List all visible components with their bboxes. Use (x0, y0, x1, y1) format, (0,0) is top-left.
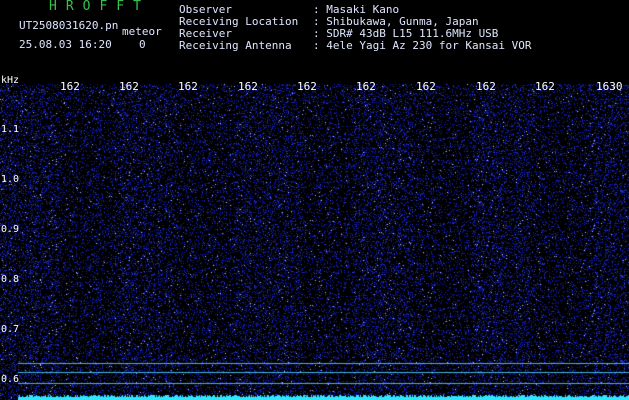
info-value-antenna: : 4ele Yagi Az 230 for Kansai VOR (313, 39, 532, 52)
y-tick: 0.6 (1, 374, 20, 385)
info-key-antenna: Receiving Antenna (179, 39, 292, 52)
x-tick: 162 (119, 80, 139, 93)
count-label: 0 (139, 38, 146, 51)
y-tick: 0.7 (1, 324, 20, 335)
x-tick: 162 (416, 80, 436, 93)
file-name-label: UT2508031620.pn (19, 19, 119, 32)
app-title: HROFFT (49, 0, 150, 14)
x-tick: 162 (535, 80, 555, 93)
y-tick: 1.1 (1, 124, 20, 135)
x-tick: 162 (178, 80, 198, 93)
x-tick: 162 (476, 80, 496, 93)
y-tick: 1.0 (1, 174, 20, 185)
y-tick: 0.9 (1, 224, 20, 235)
x-tick: 162 (60, 80, 80, 93)
header-panel: HROFFT UT2508031620.pn meteor 25.08.03 1… (0, 0, 629, 78)
date-time-label: 25.08.03 16:20 (19, 38, 112, 51)
x-tick: 1630 (596, 80, 623, 93)
x-tick: 162 (297, 80, 317, 93)
y-tick: 0.8 (1, 274, 20, 285)
x-tick: 162 (356, 80, 376, 93)
spectrogram-waterfall (0, 78, 629, 400)
y-axis-unit: kHz (1, 75, 20, 86)
x-tick: 162 (238, 80, 258, 93)
mode-label: meteor (122, 25, 162, 38)
